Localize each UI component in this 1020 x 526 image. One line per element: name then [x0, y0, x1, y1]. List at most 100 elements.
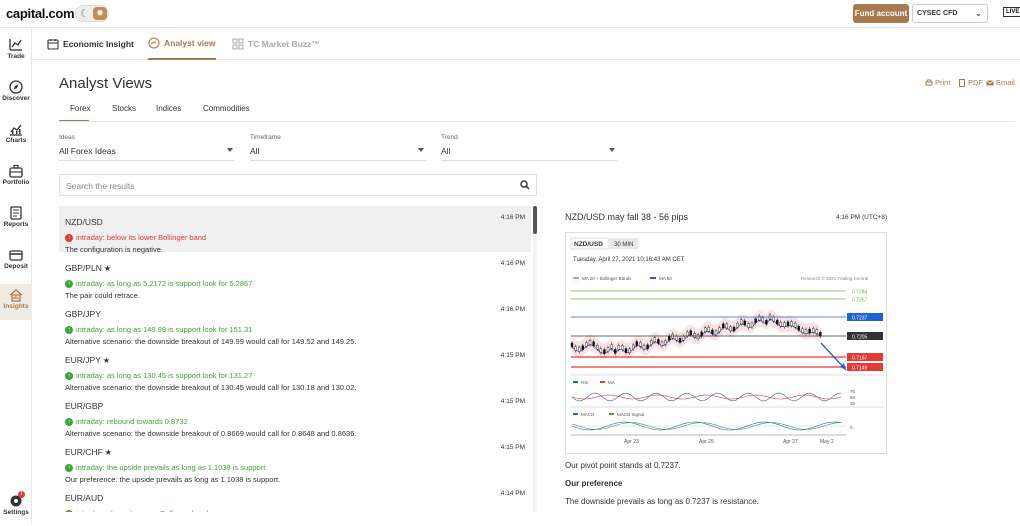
- candle-body: [649, 340, 653, 345]
- idea-row[interactable]: EUR/CHF ★ 4:15 PM ↑ intraday: the upside pre…: [59, 436, 531, 484]
- candle-body: [642, 345, 646, 350]
- bollinger-band: [572, 309, 821, 360]
- idea-time: 4:15 PM: [500, 352, 525, 359]
- idea-signal: ↑ intraday: as long as 130.45 is support …: [65, 371, 525, 380]
- rsi-ma-swatch: [600, 381, 605, 383]
- scrollbar-thumb[interactable]: [533, 206, 537, 234]
- candle-body: [596, 344, 599, 350]
- tab-tc-market-buzz[interactable]: TC Market Buzz™: [232, 28, 320, 60]
- arrow-up-icon: ↑: [65, 417, 73, 426]
- sidebar-item-trade[interactable]: Trade: [0, 34, 32, 70]
- chart-date: Tuesday, April 27, 2021 10:16:43 AM CET: [573, 257, 685, 263]
- sidebar-item-label: Portfolio: [2, 179, 30, 186]
- insights-icon: [9, 289, 23, 302]
- tab-forex[interactable]: Forex: [59, 100, 90, 122]
- search-icon[interactable]: [520, 180, 530, 190]
- signal-text: intraday: above its upper Bollinger band: [76, 509, 208, 512]
- candle-body: [693, 332, 696, 338]
- pdf-link[interactable]: PDF: [958, 78, 983, 87]
- idea-time: 4:14 PM: [500, 490, 525, 497]
- idea-row[interactable]: NZD/USD 4:16 PM ↓ intraday: below its lower…: [59, 206, 531, 254]
- candle-body: [804, 329, 808, 334]
- candle-body: [657, 339, 660, 344]
- capital-logo[interactable]: capital.com: [6, 6, 75, 21]
- account-select[interactable]: CYSEC CFD ⌄: [912, 4, 988, 23]
- idea-row[interactable]: EUR/JPY ★ 4:15 PM ↑ intraday: as long as 130…: [59, 344, 531, 392]
- x-tick: Apr 27: [783, 439, 798, 445]
- timeframe-select[interactable]: All: [250, 146, 426, 161]
- tab-commodities[interactable]: Commodities: [203, 100, 250, 122]
- sidebar-item-charts[interactable]: Charts: [0, 118, 32, 154]
- idea-row[interactable]: GBP/JPY 4:16 PM ↑ intraday: as long as 149.…: [59, 298, 531, 346]
- signal-text: intraday: below its lower Bollinger band: [76, 233, 207, 242]
- idea-row[interactable]: EUR/AUD 4:14 PM ↑intraday: above its upper…: [59, 482, 531, 512]
- analysis-chart: NZD/USD 30 MIN Tuesday, April 27, 2021 1…: [565, 232, 887, 454]
- preference-text: The downside prevails as long as 0.7237 …: [565, 497, 759, 506]
- sidebar-item-insights[interactable]: Insights: [0, 284, 32, 320]
- filter-value: All: [250, 146, 260, 156]
- timeframe-filter[interactable]: Timeframe All: [250, 134, 426, 161]
- ideas-filter[interactable]: Ideas All Forex Ideas: [59, 134, 235, 161]
- arrow-up-icon: ↑: [65, 371, 73, 380]
- idea-row[interactable]: GBP/PLN ★ 4:16 PM ↑ intraday: as long as 5.2…: [59, 252, 531, 300]
- theme-toggle[interactable]: ☾ ✹: [75, 5, 109, 22]
- candle-body: [606, 347, 610, 352]
- star-icon: ★: [104, 448, 112, 457]
- sidebar-item-reports[interactable]: Reports: [0, 202, 32, 238]
- pdf-icon: [959, 78, 965, 87]
- ideas-select[interactable]: All Forex Ideas: [59, 146, 235, 161]
- idea-pair: EUR/JPY: [65, 355, 101, 365]
- tab-stocks[interactable]: Stocks: [112, 100, 136, 122]
- sidebar-item-settings[interactable]: 1 Settings: [0, 490, 32, 526]
- level-label: 0.7205: [852, 335, 868, 341]
- candle-body: [667, 336, 671, 341]
- chart-symbol: NZD/USD: [574, 241, 603, 248]
- star-icon: ★: [102, 356, 111, 365]
- email-link[interactable]: Email: [986, 78, 1015, 87]
- candle-body: [678, 338, 682, 343]
- signal-text: intraday: as long as 130.45 is support l…: [76, 371, 253, 380]
- search-input[interactable]: Search the results: [59, 174, 537, 196]
- tab-economic-insight[interactable]: Economic Insight: [47, 28, 134, 60]
- sidebar-item-discover[interactable]: Discover: [0, 76, 32, 112]
- filter-value: All: [441, 146, 451, 156]
- star-icon: ★: [103, 264, 112, 273]
- level-label: 0.7167: [852, 356, 868, 362]
- candle-body: [610, 344, 613, 349]
- fund-account-button[interactable]: Fund account: [853, 4, 909, 23]
- idea-time: 4:15 PM: [500, 398, 525, 405]
- ideas-list: NZD/USD 4:16 PM ↓ intraday: below its lower…: [59, 206, 531, 512]
- rsi-ma-legend: MA: [608, 380, 615, 385]
- idea-row[interactable]: EUR/GBP 4:15 PM ↑ intraday: rebound towards…: [59, 390, 531, 438]
- arrow-up-icon: ↑: [65, 279, 73, 288]
- candle-body: [574, 346, 577, 351]
- candle-body: [570, 342, 574, 348]
- macd-tick: 0: [850, 425, 853, 430]
- sidebar-item-deposit[interactable]: Deposit: [0, 244, 32, 280]
- candle-body: [801, 328, 804, 333]
- candle-body: [585, 342, 588, 347]
- sidebar-item-label: Charts: [5, 137, 27, 144]
- sidebar-item-label: Reports: [3, 221, 29, 228]
- candle-body: [711, 329, 714, 335]
- tab-indices[interactable]: Indices: [156, 100, 181, 122]
- tab-analyst-view[interactable]: Analyst view: [148, 28, 216, 60]
- candle-body: [732, 326, 736, 332]
- level-label: 0.7284: [852, 290, 868, 296]
- candle-body: [588, 340, 592, 345]
- trend-select[interactable]: All: [441, 146, 617, 161]
- candle-body: [660, 341, 664, 347]
- sidebar-item-portfolio[interactable]: Portfolio: [0, 160, 32, 196]
- idea-signal: ↑intraday: above its upper Bollinger ban…: [65, 509, 525, 512]
- idea-signal: ↓ intraday: below its lower Bollinger ban…: [65, 233, 525, 242]
- idea-pair: EUR/AUD: [65, 493, 104, 503]
- scrollbar[interactable]: [533, 206, 537, 512]
- price-area: [570, 309, 822, 360]
- signal-text: intraday: as long as 149.99 is support l…: [76, 325, 253, 334]
- chart-credit: Research © 2021 Trading Central: [801, 275, 868, 281]
- print-link[interactable]: Print: [925, 78, 950, 87]
- arrow-up-icon: ↑: [65, 509, 73, 512]
- print-label: Print: [935, 78, 951, 87]
- candle-body: [646, 344, 649, 349]
- trend-filter[interactable]: Trend All: [441, 134, 617, 161]
